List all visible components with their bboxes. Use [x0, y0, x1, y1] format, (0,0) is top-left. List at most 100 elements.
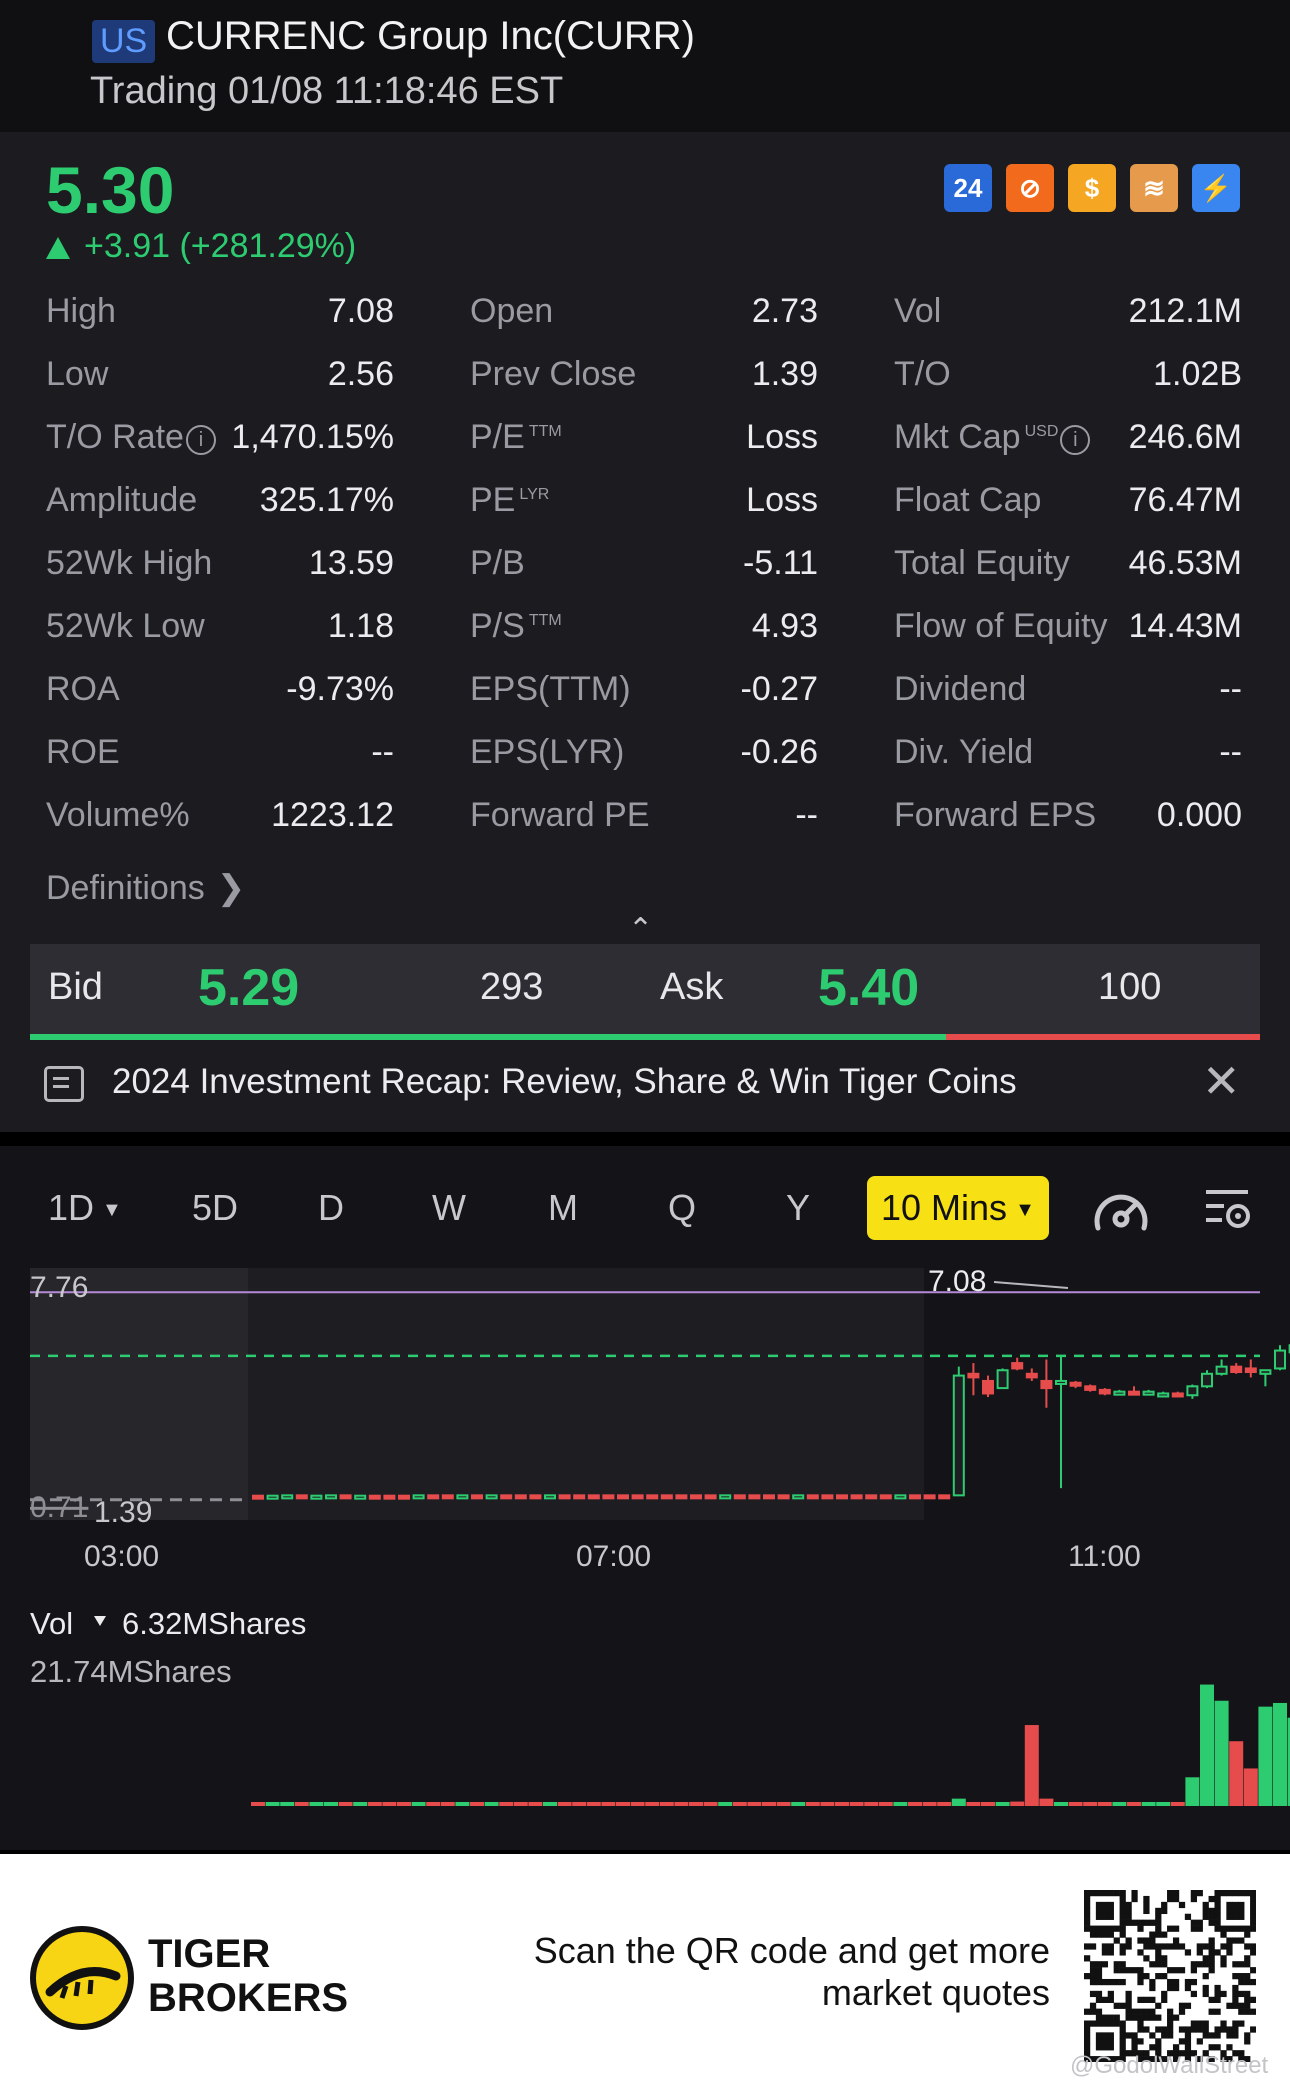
candle-body — [295, 1494, 308, 1500]
candle-body — [1201, 1372, 1213, 1388]
qr-module — [1184, 1913, 1192, 1920]
qr-module — [1119, 1913, 1126, 1920]
qr-module — [1125, 1913, 1132, 1920]
qr-module — [1119, 1925, 1126, 1932]
volume-last-value: 6.32MShares — [122, 1606, 306, 1641]
brand-line-1: TIGER — [148, 1932, 271, 1976]
qr-module — [1178, 2002, 1186, 2009]
qr-module — [1137, 2008, 1144, 2015]
ask-volume-bar — [946, 1034, 1260, 1040]
qr-module — [1131, 1967, 1138, 1974]
qr-module — [1107, 1907, 1114, 1915]
x-tick-0300: 03:00 — [84, 1540, 159, 1573]
volume-bar — [557, 1802, 572, 1806]
collapse-chevron-up-icon[interactable]: ⌃ — [628, 912, 653, 947]
qr-module — [1119, 1931, 1126, 1938]
qr-module — [1232, 1925, 1239, 1932]
qr-module — [1232, 1907, 1239, 1915]
stat-label: Prev Close — [470, 355, 636, 394]
stat-label-superscript: LYR — [519, 485, 550, 503]
qr-module — [1161, 1901, 1168, 1909]
no-short-icon[interactable]: ⊘ — [1006, 164, 1054, 212]
definitions-link[interactable]: Definitions ❯ — [46, 868, 245, 908]
price-change: +3.91 (+281.29%) — [46, 227, 356, 266]
quote-panel: 5.30 +3.91 (+281.29%) 24 ⊘ $ ≋ ⚡ High 7.0… — [0, 132, 1290, 1132]
qr-module — [1208, 1937, 1215, 1944]
qr-module — [1232, 1890, 1239, 1897]
qr-module — [1155, 1973, 1162, 1980]
candle-body — [266, 1494, 279, 1500]
qr-module — [1143, 1955, 1150, 1962]
stats-row: 52Wk High 13.59 P/B -5.11 Total Equity 46.53M — [46, 544, 1246, 594]
qr-module — [1196, 1961, 1203, 1968]
extended-hours-24-icon[interactable]: 24 — [944, 164, 992, 212]
qr-module — [1095, 1925, 1103, 1932]
stat-value: -- — [371, 733, 394, 771]
scan-line-2: market quotes — [821, 1972, 1050, 2013]
qr-module — [1220, 1943, 1227, 1950]
stat-label-text: Volume% — [46, 796, 190, 834]
qr-module — [1226, 2026, 1233, 2033]
qr-module — [1208, 2008, 1215, 2015]
stat-label-text: Amplitude — [46, 481, 198, 519]
y-label-bottom: 0.71 — [30, 1491, 88, 1524]
qr-module — [1232, 1913, 1239, 1920]
qr-module — [1238, 2020, 1245, 2027]
lightning-icon[interactable]: ⚡ — [1192, 164, 1240, 212]
qr-module — [1143, 1996, 1150, 2003]
candle-body — [690, 1494, 702, 1500]
qr-module — [1232, 1996, 1239, 2003]
stat-value: 212.1M — [1128, 292, 1242, 330]
candle-body — [1274, 1349, 1286, 1370]
qr-module — [1149, 1931, 1156, 1938]
ask-size: 100 — [1098, 966, 1162, 1008]
info-icon[interactable]: i — [185, 425, 216, 455]
info-icon[interactable]: i — [1060, 425, 1091, 455]
stat-label-text: Forward PE — [470, 796, 650, 834]
qr-module — [1238, 1961, 1245, 1968]
qr-module — [1125, 1907, 1132, 1915]
candle-body — [1055, 1379, 1067, 1385]
qr-module — [1113, 1967, 1120, 1974]
scan-text: Scan the QR code and get more market quo… — [500, 1930, 1050, 2014]
volume-bar — [265, 1802, 280, 1806]
candle-body — [821, 1494, 834, 1500]
candle-body — [252, 1494, 264, 1500]
qr-module — [1095, 2014, 1103, 2021]
volume-bar — [1010, 1801, 1025, 1806]
qr-module — [1084, 1955, 1091, 1962]
qr-module — [1119, 1907, 1126, 1915]
qr-module — [1172, 1895, 1180, 1903]
qr-module — [1149, 1937, 1156, 1944]
options-icon[interactable]: ≋ — [1130, 164, 1178, 212]
qr-module — [1149, 1978, 1156, 1986]
volume-dropdown-icon[interactable] — [94, 1616, 106, 1626]
volume-bar — [1024, 1725, 1039, 1806]
x-tick-1100: 11:00 — [1068, 1540, 1141, 1573]
volume-bar — [1083, 1802, 1098, 1806]
volume-bar — [1243, 1768, 1258, 1806]
qr-module — [1119, 2044, 1126, 2051]
dollar-icon[interactable]: $ — [1068, 164, 1116, 212]
volume-label[interactable]: Vol — [30, 1606, 73, 1641]
price-chart[interactable]: 7.76 0.71 1.39 7.08 03:00 07:00 11:00 Vo… — [0, 1146, 1290, 1850]
volume-bar — [484, 1802, 499, 1806]
qr-module — [1226, 1937, 1233, 1944]
candle-body — [500, 1494, 513, 1500]
stat-value: -- — [795, 796, 818, 834]
qr-module — [1220, 1990, 1227, 1998]
qr-module — [1101, 1978, 1109, 1986]
up-arrow-icon — [46, 237, 70, 259]
qr-module — [1161, 1990, 1168, 1998]
close-icon[interactable]: ✕ — [1202, 1054, 1241, 1108]
qr-module — [1113, 1937, 1120, 1944]
qr-module — [1232, 1973, 1239, 1980]
qr-module — [1190, 2020, 1197, 2027]
qr-module — [1250, 2008, 1256, 2015]
news-banner[interactable]: 2024 Investment Recap: Review, Share & W… — [30, 1044, 1260, 1124]
qr-module — [1095, 2038, 1103, 2045]
candle-body — [996, 1369, 1009, 1390]
qr-code-icon[interactable] — [1084, 1890, 1256, 2062]
qr-module — [1184, 2026, 1192, 2033]
qr-module — [1137, 1973, 1144, 1980]
